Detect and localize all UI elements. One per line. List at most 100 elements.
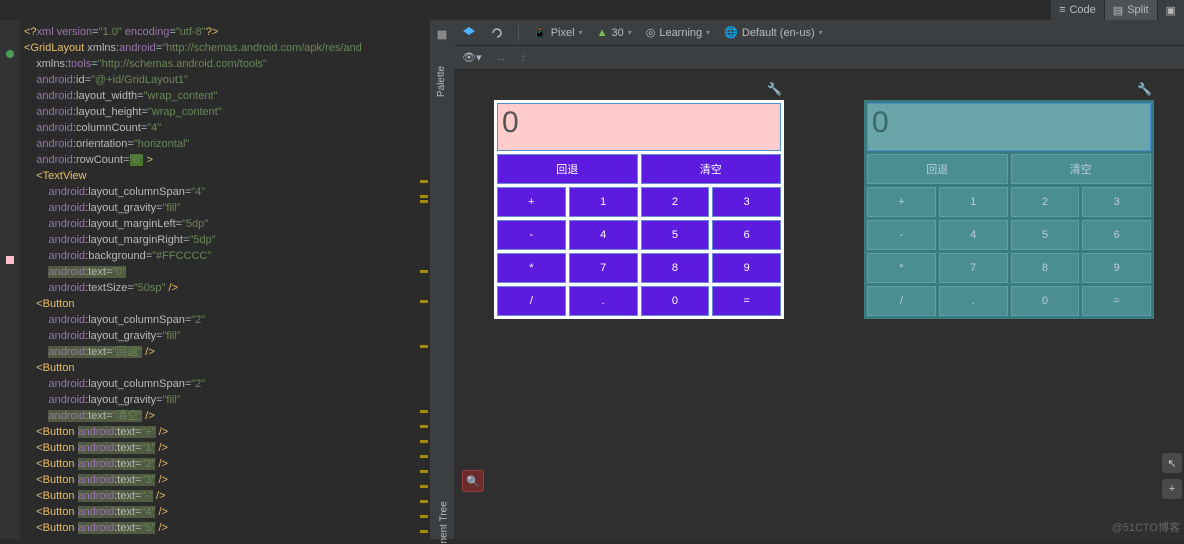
palette-tool-strip[interactable]: Palette — [430, 20, 454, 539]
btn-6-bp[interactable]: 6 — [1082, 220, 1151, 250]
btn-1-bp[interactable]: 1 — [939, 187, 1008, 217]
chevron-down-icon: ▾ — [628, 28, 632, 37]
btn-div-bp[interactable]: / — [867, 286, 936, 316]
btn-3[interactable]: 3 — [712, 187, 781, 217]
wrench-icon[interactable]: 🔧 — [1137, 82, 1152, 96]
design-surface: 📱Pixel▾ ▲30▾ ◎Learning▾ 🌐Default (en-us)… — [454, 20, 1184, 539]
calc-grid: 回退 清空 + 1 2 3 - 4 5 6 * 7 8 9 / — [497, 154, 781, 316]
btn-7[interactable]: 7 — [569, 253, 638, 283]
component-tree-label: nent Tree — [439, 520, 450, 544]
btn-eq[interactable]: = — [712, 286, 781, 316]
btn-4[interactable]: 4 — [569, 220, 638, 250]
btn-6[interactable]: 6 — [712, 220, 781, 250]
btn-1[interactable]: 1 — [569, 187, 638, 217]
editor-gutter[interactable] — [0, 20, 20, 539]
device-picker[interactable]: 📱 Pixel ▾ — [533, 26, 583, 39]
btn-8[interactable]: 8 — [641, 253, 710, 283]
android-icon: ▲ — [597, 27, 608, 39]
btn-dot-bp[interactable]: . — [939, 286, 1008, 316]
component-tree-strip[interactable]: nent Tree — [432, 526, 456, 537]
calc-display-bp[interactable]: 0 — [867, 103, 1151, 151]
btn-2-bp[interactable]: 2 — [1011, 187, 1080, 217]
search-icon: 🔍 — [466, 475, 480, 488]
btn-5[interactable]: 5 — [641, 220, 710, 250]
eye-icon: 👁 — [462, 52, 476, 64]
gutter-hint-icon[interactable] — [6, 50, 14, 58]
device-label: Pixel — [551, 27, 575, 39]
btn-3-bp[interactable]: 3 — [1082, 187, 1151, 217]
phone-icon: 📱 — [533, 26, 547, 39]
calc-grid-bp: 回退 清空 + 1 2 3 - 4 5 6 * 7 8 9 / — [867, 154, 1151, 316]
xml-editor[interactable]: <?xml version="1.0" encoding="utf-8"?> <… — [20, 20, 430, 539]
theme-label: Learning — [659, 27, 702, 39]
locale-picker[interactable]: 🌐 Default (en-us) ▾ — [724, 26, 822, 39]
btn-5-bp[interactable]: 5 — [1011, 220, 1080, 250]
preview-light[interactable]: 🔧 0 回退 清空 + 1 2 3 - 4 5 6 * — [494, 100, 784, 539]
chevron-down-icon: ▾ — [706, 28, 710, 37]
theme-picker[interactable]: ◎Learning ▾ — [646, 26, 710, 39]
btn-0-bp[interactable]: 0 — [1011, 286, 1080, 316]
palette-icon — [435, 28, 449, 42]
btn-div[interactable]: / — [497, 286, 566, 316]
editor-overview-ruler[interactable] — [420, 40, 428, 539]
zoom-in-button[interactable]: + — [1162, 479, 1182, 499]
plus-icon: + — [1169, 483, 1175, 495]
btn-clear[interactable]: 清空 — [641, 154, 782, 184]
btn-2[interactable]: 2 — [641, 187, 710, 217]
btn-back[interactable]: 回退 — [497, 154, 638, 184]
preview-blueprint[interactable]: 🔧 0 回退 清空 + 1 2 3 - 4 5 6 * — [864, 100, 1154, 539]
btn-minus-bp[interactable]: - — [867, 220, 936, 250]
cursor-icon: ↖ — [1167, 457, 1176, 470]
design-toolbar-2: 👁▾ ↔ ↕ — [454, 46, 1184, 70]
globe-icon: 🌐 — [724, 26, 738, 39]
btn-eq-bp[interactable]: = — [1082, 286, 1151, 316]
api-picker[interactable]: ▲30 ▾ — [597, 27, 632, 39]
locale-label: Default (en-us) — [742, 27, 815, 39]
btn-0[interactable]: 0 — [641, 286, 710, 316]
tab-code[interactable]: ≡ Code — [1051, 0, 1104, 20]
btn-minus[interactable]: - — [497, 220, 566, 250]
btn-clear-bp[interactable]: 清空 — [1011, 154, 1152, 184]
rotate-icon — [490, 26, 504, 40]
tab-split-label: Split — [1127, 4, 1148, 16]
tab-code-label: Code — [1069, 4, 1095, 16]
design-toolbar: 📱 Pixel ▾ ▲30 ▾ ◎Learning ▾ 🌐 Default (en-us)… — [454, 20, 1184, 46]
btn-back-bp[interactable]: 回退 — [867, 154, 1008, 184]
chevron-down-icon: ▾ — [819, 28, 823, 37]
wrench-icon[interactable]: 🔧 — [767, 82, 782, 96]
btn-7-bp[interactable]: 7 — [939, 253, 1008, 283]
btn-plus-bp[interactable]: + — [867, 187, 936, 217]
btn-9[interactable]: 9 — [712, 253, 781, 283]
pan-button[interactable]: ↔ — [496, 52, 507, 64]
zoom-controls: ↖ + — [1162, 453, 1182, 499]
design-canvas[interactable]: 🔍 🔧 0 回退 清空 + 1 2 3 - 4 5 — [454, 70, 1184, 539]
palette-label: Palette — [437, 66, 448, 97]
resize-button[interactable]: ↕ — [521, 52, 527, 64]
calc-display[interactable]: 0 — [497, 103, 781, 151]
layers-button[interactable] — [462, 26, 476, 40]
split-icon: ▤ — [1113, 4, 1123, 17]
cursor-button[interactable]: ↖ — [1162, 453, 1182, 473]
theme-icon: ◎ — [646, 26, 656, 39]
updown-icon: ↕ — [521, 52, 527, 64]
btn-dot[interactable]: . — [569, 286, 638, 316]
btn-8-bp[interactable]: 8 — [1011, 253, 1080, 283]
api-label: 30 — [611, 27, 623, 39]
tab-design[interactable]: ▣ — [1158, 0, 1184, 20]
main-split: <?xml version="1.0" encoding="utf-8"?> <… — [0, 20, 1184, 539]
btn-plus[interactable]: + — [497, 187, 566, 217]
code-icon: ≡ — [1059, 4, 1065, 16]
watermark: @51CTO博客 — [1112, 519, 1180, 535]
chevron-down-icon: ▾ — [579, 28, 583, 37]
btn-mul[interactable]: * — [497, 253, 566, 283]
arrows-icon: ↔ — [496, 52, 507, 64]
orientation-button[interactable] — [490, 26, 504, 40]
layers-icon — [462, 26, 476, 40]
btn-9-bp[interactable]: 9 — [1082, 253, 1151, 283]
tab-split[interactable]: ▤ Split — [1105, 0, 1157, 20]
btn-4-bp[interactable]: 4 — [939, 220, 1008, 250]
btn-mul-bp[interactable]: * — [867, 253, 936, 283]
find-button[interactable]: 🔍 — [462, 470, 484, 492]
eye-button[interactable]: 👁▾ — [462, 51, 482, 64]
gutter-bookmark-icon[interactable] — [6, 256, 14, 264]
